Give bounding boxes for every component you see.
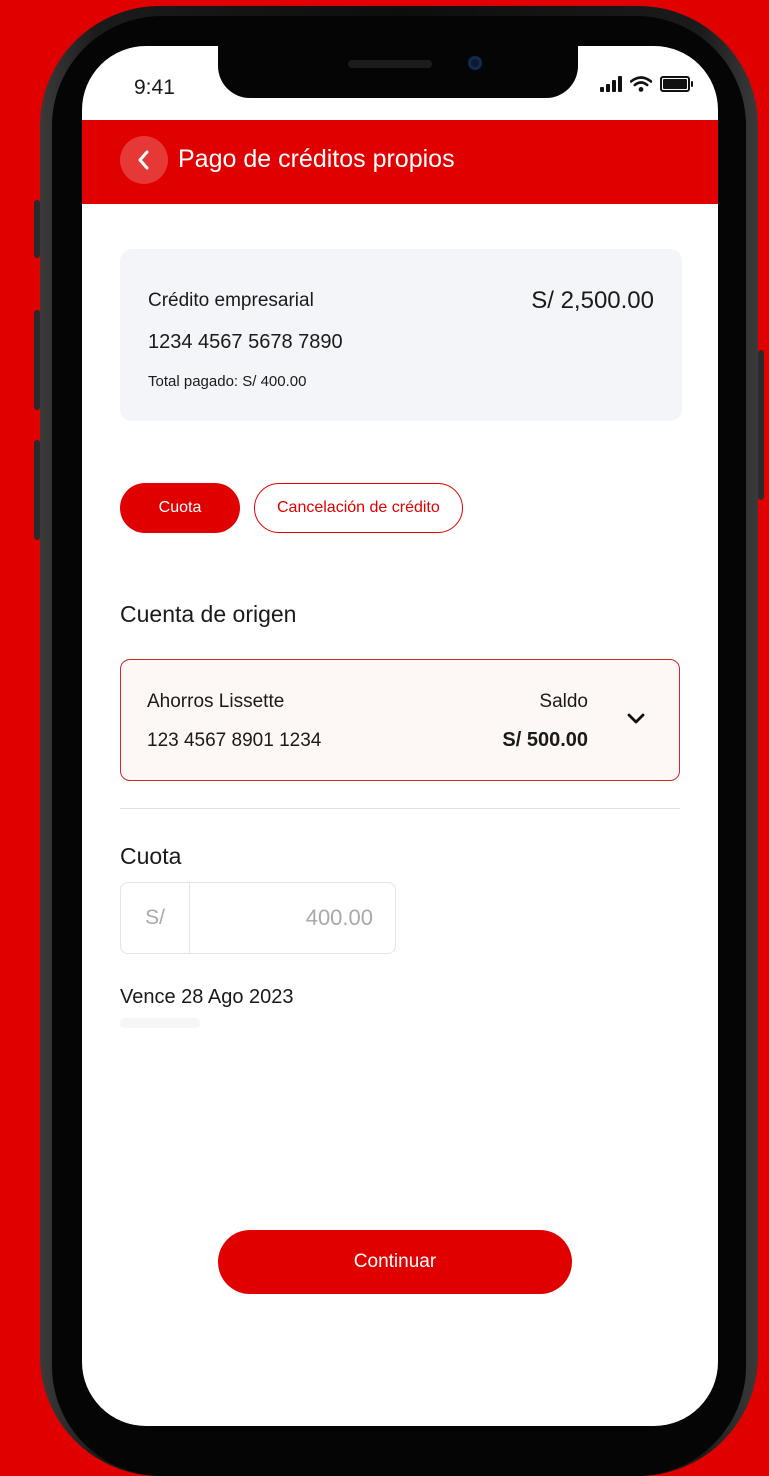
signal-icon [600,76,622,92]
speaker-grille [348,60,432,68]
app-header: Pago de créditos propios [82,120,718,204]
section-divider [120,808,680,809]
volume-up-button [34,310,40,410]
chevron-down-icon [627,713,645,724]
amount-input[interactable]: S/ 400.00 [120,882,396,954]
payment-type-tabs: Cuota Cancelación de crédito [120,483,463,533]
account-number: 123 4567 8901 1234 [147,730,322,751]
volume-down-button [34,440,40,540]
skeleton-placeholder [120,1018,200,1028]
power-button [758,350,764,500]
account-name: Ahorros Lissette [147,691,285,712]
app-screen: 9:41 Pago de créditos propios Crédito em… [82,46,718,1426]
payment-section-title: Cuota [120,843,182,869]
chevron-left-icon [138,150,149,170]
amount-value: 400.00 [305,905,373,930]
front-camera [468,56,482,70]
due-date: Vence 28 Ago 2023 [120,986,294,1008]
battery-icon [660,76,693,92]
origin-account-select[interactable]: Ahorros Lissette 123 4567 8901 1234 Sald… [120,659,680,781]
tab-cancelacion[interactable]: Cancelación de crédito [254,483,463,533]
continue-button[interactable]: Continuar [218,1230,572,1294]
status-time: 9:41 [134,76,175,99]
credit-name: Crédito empresarial [148,290,314,311]
balance-label: Saldo [539,691,588,712]
wifi-icon [630,76,652,92]
credit-summary-card: Crédito empresarial 1234 4567 5678 7890 … [120,249,682,421]
back-button[interactable] [120,136,168,184]
mute-switch [34,200,40,258]
currency-prefix: S/ [121,883,190,953]
camera-notch [218,46,578,98]
credit-total-paid: Total pagado: S/ 400.00 [148,373,307,390]
tab-cuota[interactable]: Cuota [120,483,240,533]
credit-number: 1234 4567 5678 7890 [148,331,343,353]
status-icons [600,76,693,92]
origin-section-title: Cuenta de origen [120,601,297,627]
credit-amount: S/ 2,500.00 [531,287,654,314]
balance-value: S/ 500.00 [502,729,588,751]
page-title: Pago de créditos propios [178,145,455,173]
